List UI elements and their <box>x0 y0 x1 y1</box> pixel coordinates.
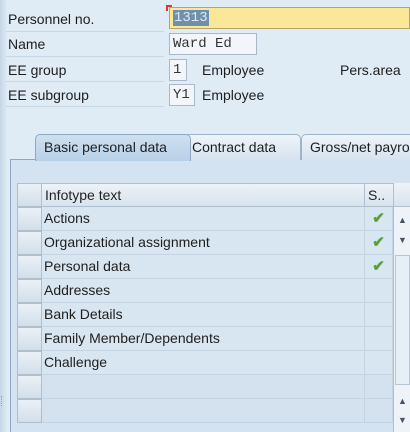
ee-group-label: EE group <box>8 62 67 78</box>
personnel-no-label: Personnel no. <box>8 11 95 27</box>
infotype-table: Infotype text S.. Actions ✔ Organizational… <box>17 183 410 432</box>
row-selector[interactable] <box>17 399 42 423</box>
status-cell <box>365 279 393 303</box>
table-row[interactable]: Personal data ✔ <box>17 255 410 279</box>
infotype-text-cell[interactable]: Organizational assignment <box>42 231 365 255</box>
label-underline <box>6 31 164 32</box>
resize-grip <box>1 396 4 406</box>
table-header: Infotype text S.. <box>17 183 410 207</box>
infotype-text-cell[interactable] <box>42 375 365 399</box>
pers-area-label: Pers.area <box>340 62 401 78</box>
tab-basic-personal-data[interactable]: Basic personal data <box>35 134 191 161</box>
vertical-scrollbar[interactable]: ▲ ▼ ▲ ▼ <box>393 183 410 432</box>
table-row[interactable]: Actions ✔ <box>17 207 410 231</box>
status-cell <box>365 399 393 423</box>
personnel-no-value: 1313 <box>173 10 209 26</box>
status-check-icon: ✔ <box>365 255 393 279</box>
table-row[interactable]: Family Member/Dependents <box>17 327 410 351</box>
scroll-up-icon[interactable]: ▲ <box>394 209 410 231</box>
status-cell <box>365 351 393 375</box>
table-row[interactable]: Addresses <box>17 279 410 303</box>
required-field-marker <box>166 5 172 11</box>
status-cell <box>365 375 393 399</box>
row-selector[interactable] <box>17 231 42 255</box>
ee-group-code-field: 1 <box>169 59 187 81</box>
tab-contract-data[interactable]: Contract data <box>183 134 301 160</box>
infotype-text-cell[interactable]: Family Member/Dependents <box>42 327 365 351</box>
row-selector[interactable] <box>17 279 42 303</box>
label-underline <box>6 81 164 82</box>
table-row[interactable]: Bank Details <box>17 303 410 327</box>
row-selector[interactable] <box>17 303 42 327</box>
personnel-no-field[interactable]: 1313 <box>169 7 410 29</box>
label-underline <box>6 106 164 107</box>
row-selector[interactable] <box>17 327 42 351</box>
left-window-edge <box>0 0 7 432</box>
label-underline <box>6 56 164 57</box>
status-check-icon: ✔ <box>365 207 393 231</box>
column-config-button[interactable] <box>394 183 410 207</box>
row-selector[interactable] <box>17 375 42 399</box>
infotype-text-cell[interactable]: Challenge <box>42 351 365 375</box>
name-field: Ward Ed <box>169 33 257 55</box>
table-row[interactable]: Organizational assignment ✔ <box>17 231 410 255</box>
ee-subgroup-code-field: Y1 <box>169 84 195 106</box>
infotype-text-cell[interactable]: Personal data <box>42 255 365 279</box>
scroll-page-down-icon[interactable]: ▼ <box>394 409 410 431</box>
tab-gross-net-payroll[interactable]: Gross/net payro <box>301 134 410 160</box>
ee-group-text: Employee <box>202 62 265 78</box>
row-selector[interactable] <box>17 255 42 279</box>
ee-subgroup-text: Employee <box>202 87 265 103</box>
status-check-icon: ✔ <box>365 231 393 255</box>
scrollbar-thumb[interactable] <box>395 255 410 385</box>
name-label: Name <box>8 36 46 52</box>
table-row[interactable] <box>17 375 410 399</box>
row-selector[interactable] <box>17 207 42 231</box>
table-row[interactable]: Challenge <box>17 351 410 375</box>
ee-subgroup-label: EE subgroup <box>8 87 89 103</box>
status-cell <box>365 303 393 327</box>
table-row[interactable] <box>17 399 410 423</box>
status-cell <box>365 327 393 351</box>
scroll-down-icon[interactable]: ▼ <box>394 229 410 251</box>
infotype-text-cell[interactable]: Addresses <box>42 279 365 303</box>
infotype-text-cell[interactable]: Actions <box>42 207 365 231</box>
infotype-text-cell[interactable]: Bank Details <box>42 303 365 327</box>
select-all-cell[interactable] <box>17 183 42 207</box>
row-selector[interactable] <box>17 351 42 375</box>
column-header-infotype-text[interactable]: Infotype text <box>41 183 365 207</box>
infotype-text-cell[interactable] <box>42 399 365 423</box>
column-header-status[interactable]: S.. <box>364 183 394 207</box>
tab-strip: Basic personal data Contract data Gross/… <box>10 134 410 161</box>
